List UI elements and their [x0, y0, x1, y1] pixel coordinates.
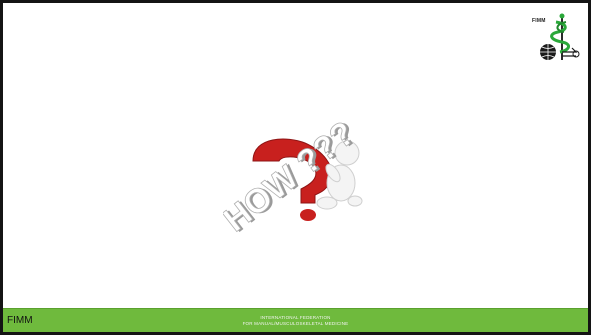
- question-mark-figure-icon: HOW ??? HOW ???: [216, 114, 365, 240]
- footer-bar: FIMM INTERNATIONAL FEDERATION FOR MANUAL…: [3, 308, 588, 332]
- slide: FIMM HOW ??? HOW ??? FIMM INTERNATIONAL …: [0, 0, 591, 335]
- footer-organization: INTERNATIONAL FEDERATION FOR MANUAL/MUSC…: [3, 315, 588, 327]
- fimm-logo: FIMM: [532, 12, 582, 64]
- how-question-illustration: HOW ??? HOW ???: [216, 91, 428, 241]
- logo-text: FIMM: [532, 18, 546, 24]
- footer-org-line-2: FOR MANUAL/MUSCULOSKELETAL MEDICINE: [242, 321, 349, 326]
